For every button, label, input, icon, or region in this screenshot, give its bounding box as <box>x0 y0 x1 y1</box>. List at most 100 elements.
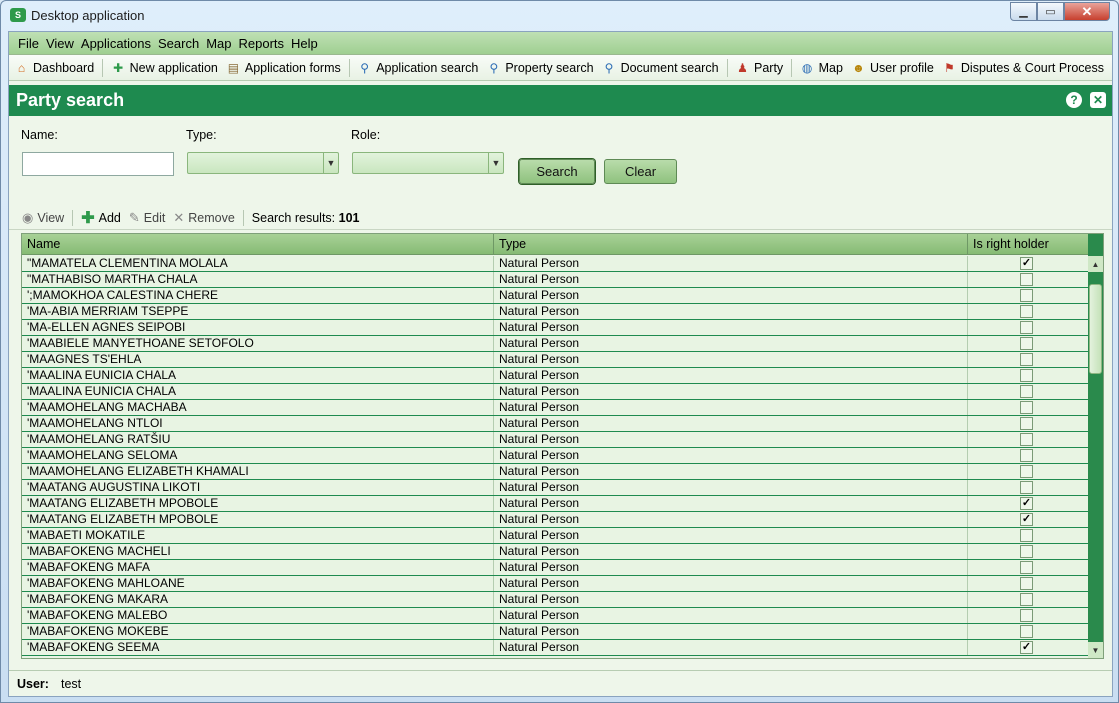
party-button[interactable]: ♟ Party <box>735 60 783 75</box>
right-holder-checkbox[interactable] <box>1020 545 1033 558</box>
right-holder-checkbox[interactable]: ✓ <box>1020 513 1033 526</box>
table-row[interactable]: 'MABAFOKENG MACHELI Natural Person <box>22 544 1089 560</box>
right-holder-checkbox[interactable] <box>1020 289 1033 302</box>
table-row[interactable]: 'MABAFOKENG MALEBO Natural Person <box>22 608 1089 624</box>
close-panel-icon[interactable]: ✕ <box>1090 92 1106 108</box>
table-row[interactable]: 'MAAMOHELANG MACHABA Natural Person <box>22 400 1089 416</box>
vertical-scrollbar[interactable]: ▲ ▼ <box>1088 234 1103 658</box>
right-holder-checkbox[interactable]: ✓ <box>1020 257 1033 270</box>
table-row[interactable]: 'MABAFOKENG SEEMA Natural Person ✓ <box>22 640 1089 656</box>
map-button[interactable]: ◍ Map <box>800 60 843 75</box>
table-row[interactable]: 'MAALINA EUNICIA CHALA Natural Person <box>22 384 1089 400</box>
table-row[interactable]: 'MABAETI MOKATILE Natural Person <box>22 528 1089 544</box>
table-row[interactable]: 'MABAFOKENG MAFA Natural Person <box>22 560 1089 576</box>
right-holder-checkbox[interactable]: ✓ <box>1020 641 1033 654</box>
cell-type: Natural Person <box>494 512 968 527</box>
table-row[interactable]: 'MA-ABIA MERRIAM TSEPPE Natural Person <box>22 304 1089 320</box>
search-button[interactable]: Search <box>519 159 595 184</box>
table-row[interactable]: "MATHABISO MARTHA CHALA Natural Person <box>22 272 1089 288</box>
cell-right-holder <box>968 560 1089 575</box>
dashboard-button[interactable]: ⌂ Dashboard <box>14 60 94 75</box>
table-row[interactable]: 'MAATANG ELIZABETH MPOBOLE Natural Person… <box>22 512 1089 528</box>
close-window-button[interactable]: ✕ <box>1064 2 1110 21</box>
right-holder-checkbox[interactable] <box>1020 321 1033 334</box>
application-search-button[interactable]: ⚲ Application search <box>357 60 478 75</box>
table-row[interactable]: 'MABAFOKENG MAHLOANE Natural Person <box>22 576 1089 592</box>
role-dropdown[interactable]: ▼ <box>352 152 504 174</box>
table-row[interactable]: 'MAAMOHELANG NTLOI Natural Person <box>22 416 1089 432</box>
menu-file[interactable]: File <box>18 36 39 51</box>
menu-map[interactable]: Map <box>206 36 231 51</box>
table-row[interactable]: ';MAMOKHOA CALESTINA CHERE Natural Person <box>22 288 1089 304</box>
menu-search[interactable]: Search <box>158 36 199 51</box>
help-icon[interactable]: ? <box>1066 92 1082 108</box>
disputes-button[interactable]: ⚑ Disputes & Court Process <box>942 60 1104 75</box>
menu-reports[interactable]: Reports <box>239 36 285 51</box>
menu-applications[interactable]: Applications <box>81 36 151 51</box>
right-holder-checkbox[interactable] <box>1020 609 1033 622</box>
table-row[interactable]: 'MA-ELLEN AGNES SEIPOBI Natural Person <box>22 320 1089 336</box>
right-holder-checkbox[interactable] <box>1020 593 1033 606</box>
cell-type: Natural Person <box>494 560 968 575</box>
table-row[interactable]: 'MAAGNES TS'EHLA Natural Person <box>22 352 1089 368</box>
add-button[interactable]: ✚ Add <box>81 208 121 228</box>
menu-help[interactable]: Help <box>291 36 318 51</box>
minimize-button[interactable]: ▁ <box>1010 2 1037 21</box>
maximize-button[interactable]: ▭ <box>1037 2 1064 21</box>
table-row[interactable]: 'MAABIELE MANYETHOANE SETOFOLO Natural Pe… <box>22 336 1089 352</box>
table-row[interactable]: 'MABAFOKENG MAKARA Natural Person <box>22 592 1089 608</box>
scroll-up-icon[interactable]: ▲ <box>1088 256 1103 272</box>
view-button[interactable]: ◉ View <box>22 210 64 226</box>
scrollbar-thumb[interactable] <box>1089 284 1102 374</box>
right-holder-checkbox[interactable] <box>1020 353 1033 366</box>
new-application-button[interactable]: ✚ New application <box>111 60 218 75</box>
name-input[interactable] <box>22 152 174 176</box>
type-dropdown[interactable]: ▼ <box>187 152 339 174</box>
user-profile-button[interactable]: ☻ User profile <box>851 60 934 75</box>
cell-type: Natural Person <box>494 528 968 543</box>
right-holder-checkbox[interactable] <box>1020 561 1033 574</box>
right-holder-checkbox[interactable] <box>1020 273 1033 286</box>
table-row[interactable]: 'MABAFOKENG MOKEBE Natural Person <box>22 624 1089 640</box>
panel-header-icons: ? ✕ <box>1066 92 1106 108</box>
right-holder-checkbox[interactable] <box>1020 481 1033 494</box>
table-row[interactable]: 'MAAMOHELANG SELOMA Natural Person <box>22 448 1089 464</box>
right-holder-checkbox[interactable] <box>1020 577 1033 590</box>
application-forms-button[interactable]: ▤ Application forms <box>226 60 341 75</box>
view-label: View <box>37 210 65 225</box>
right-holder-checkbox[interactable] <box>1020 385 1033 398</box>
right-holder-checkbox[interactable] <box>1020 625 1033 638</box>
remove-button[interactable]: ✕ Remove <box>173 210 234 226</box>
right-holder-checkbox[interactable] <box>1020 337 1033 350</box>
right-holder-checkbox[interactable] <box>1020 369 1033 382</box>
right-holder-checkbox[interactable] <box>1020 529 1033 542</box>
right-holder-checkbox[interactable] <box>1020 401 1033 414</box>
menu-view[interactable]: View <box>46 36 74 51</box>
property-search-button[interactable]: ⚲ Property search <box>486 60 593 75</box>
right-holder-checkbox[interactable] <box>1020 465 1033 478</box>
column-header-name[interactable]: Name <box>22 234 494 255</box>
scroll-down-icon[interactable]: ▼ <box>1088 642 1103 658</box>
table-row[interactable]: 'MAAMOHELANG ELIZABETH KHAMALI Natural Pe… <box>22 464 1089 480</box>
cell-right-holder <box>968 400 1089 415</box>
document-search-button[interactable]: ⚲ Document search <box>602 60 719 75</box>
role-label: Role: <box>351 128 381 142</box>
table-row[interactable]: 'MAATANG ELIZABETH MPOBOLE Natural Person… <box>22 496 1089 512</box>
cell-name: 'MA-ABIA MERRIAM TSEPPE <box>22 304 494 319</box>
clear-button[interactable]: Clear <box>604 159 677 184</box>
edit-button[interactable]: ✎ Edit <box>129 210 165 226</box>
add-label: Add <box>98 210 121 225</box>
table-row[interactable]: 'MAATANG AUGUSTINA LIKOTI Natural Person <box>22 480 1089 496</box>
right-holder-checkbox[interactable]: ✓ <box>1020 497 1033 510</box>
column-header-type[interactable]: Type <box>494 234 968 255</box>
table-row[interactable]: 'MAAMOHELANG RATŠIU Natural Person <box>22 432 1089 448</box>
right-holder-checkbox[interactable] <box>1020 449 1033 462</box>
table-row[interactable]: 'MAALINA EUNICIA CHALA Natural Person <box>22 368 1089 384</box>
right-holder-checkbox[interactable] <box>1020 305 1033 318</box>
title-bar[interactable]: S Desktop application ▁ ▭ ✕ <box>1 1 1118 31</box>
right-holder-checkbox[interactable] <box>1020 417 1033 430</box>
column-header-right-holder[interactable]: Is right holder <box>968 234 1089 255</box>
right-holder-checkbox[interactable] <box>1020 433 1033 446</box>
table-row[interactable]: "MAMATELA CLEMENTINA MOLALA Natural Perso… <box>22 256 1089 272</box>
cell-name: "MAMATELA CLEMENTINA MOLALA <box>22 256 494 271</box>
